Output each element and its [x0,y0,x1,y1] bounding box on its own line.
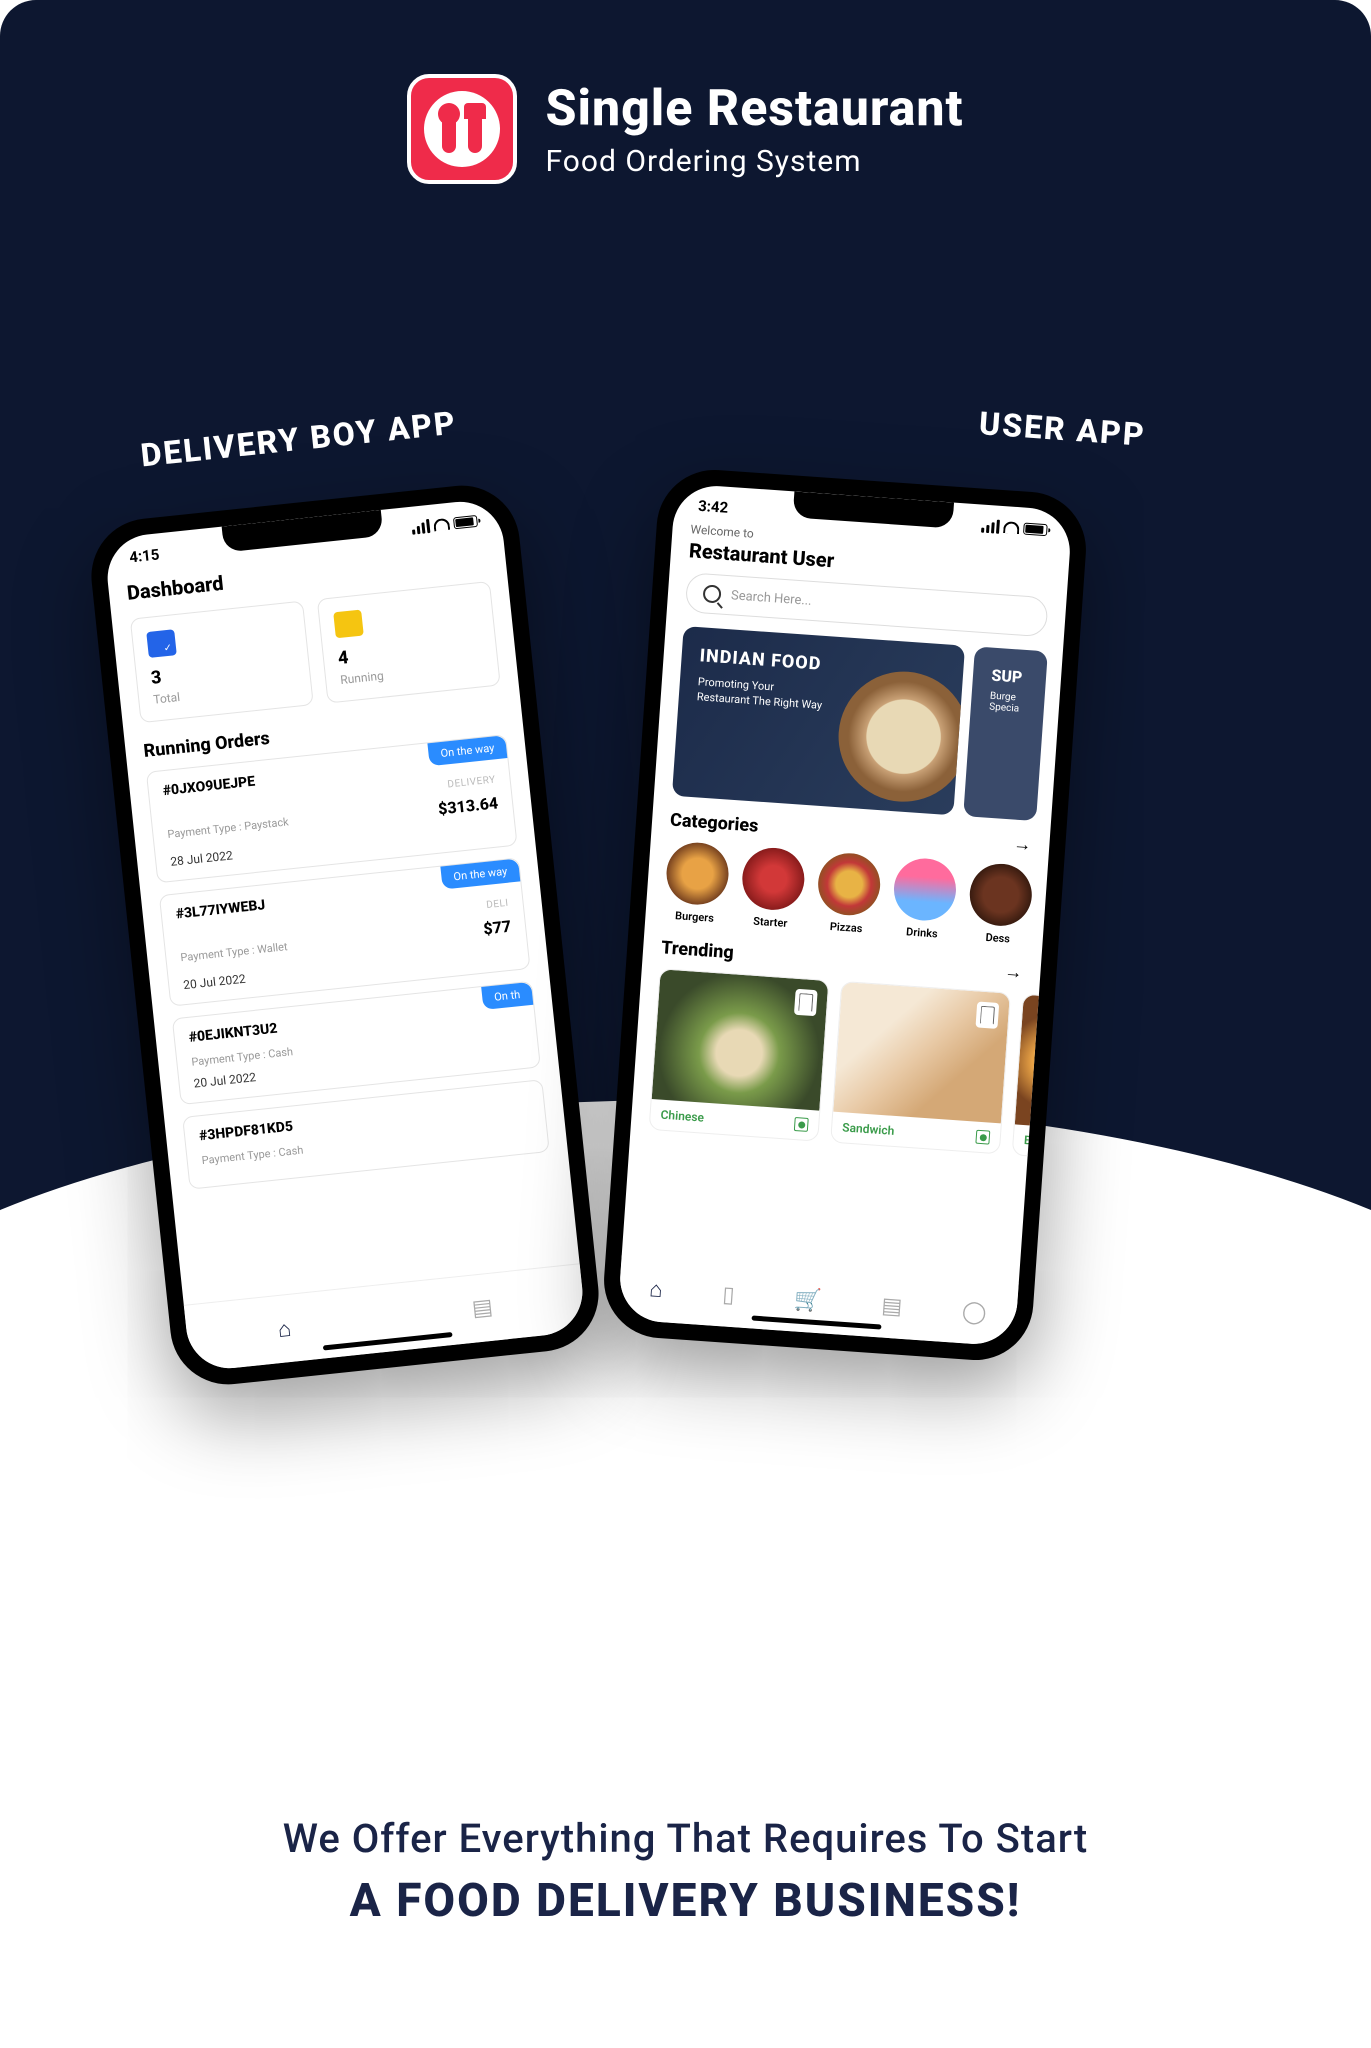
payment-type: Payment Type : Paystack [167,815,290,847]
trending-name: Sandwich [842,1120,895,1138]
payment-type: Payment Type : Cash [191,1045,294,1069]
payment-type: Payment Type : Wallet [180,940,289,970]
delivery-phone-mockup: 4:15 Dashboard 3 Total 4 Running [86,480,605,1390]
status-badge: On the way [440,859,520,890]
food-image [652,969,829,1110]
banner-subtitle: Promoting Your Restaurant The Right Way [696,674,828,714]
orders-icon[interactable]: ▤ [471,1295,494,1322]
category-item[interactable]: Burgers [663,841,730,926]
trending-card[interactable]: Sandwich [830,981,1011,1154]
promo-banner[interactable]: INDIAN FOOD Promoting Your Restaurant Th… [672,626,966,815]
product-title: Single Restaurant [545,80,963,138]
veg-indicator-icon [976,1130,991,1145]
wifi-icon [1003,521,1020,534]
category-image [816,851,882,917]
trending-title: Trending [661,937,735,963]
status-badge: On the way [427,735,507,766]
order-price: $77 [482,917,512,939]
status-time: 4:15 [128,545,160,566]
box-icon [333,610,364,639]
order-price: $313.64 [437,793,499,818]
banner-subtitle: Burge Specia [989,691,1027,715]
category-name: Pizzas [815,919,878,936]
order-type: DELIVERY [447,774,496,790]
bookmark-icon[interactable] [794,989,818,1016]
order-type: DELI [486,898,509,911]
box-check-icon [146,629,177,658]
wifi-icon [433,518,450,532]
category-image [892,856,958,922]
home-icon[interactable]: ⌂ [276,1315,292,1342]
category-name: Drinks [891,924,954,941]
user-phone-mockup: 3:42 Welcome to Restaurant User Search H… [600,466,1090,1364]
cart-icon[interactable]: 🛒 [793,1287,822,1314]
food-image [833,982,1010,1123]
footer-tagline: We Offer Everything That Requires To Sta… [0,1815,1371,1928]
category-item[interactable]: Dess [966,862,1033,947]
category-name: Dess [966,930,1029,947]
arrow-right-icon[interactable]: → [1004,961,1023,983]
battery-icon [1023,523,1048,537]
stat-running-card[interactable]: 4 Running [317,581,501,704]
bookmark-nav-icon[interactable]: ▯ [722,1282,736,1308]
footer-line2: A FOOD DELIVERY BUSINESS! [60,1874,1311,1928]
stat-total-card[interactable]: 3 Total [130,601,314,724]
home-icon[interactable]: ⌂ [648,1276,663,1303]
food-image [835,667,966,806]
bookmark-icon[interactable] [976,1001,1000,1028]
categories-title: Categories [669,810,759,837]
profile-icon[interactable]: ◯ [961,1299,987,1326]
category-image [740,846,806,912]
category-item[interactable]: Pizzas [815,851,882,936]
bottom-nav: ⌂ ▯ 🛒 ▤ ◯ [617,1255,1018,1347]
orders-icon[interactable]: ▤ [881,1293,903,1319]
category-image [968,862,1034,928]
banner-title: SUP [991,666,1029,687]
trending-name: Chinese [660,1108,704,1125]
veg-indicator-icon [794,1117,809,1132]
category-name: Burgers [663,908,726,925]
footer-line1: We Offer Everything That Requires To Sta… [60,1815,1311,1862]
category-item[interactable]: Drinks [891,856,958,941]
search-placeholder: Search Here... [731,588,813,609]
status-indicators [981,519,1048,538]
category-image [664,841,730,907]
status-indicators [411,514,478,535]
order-card[interactable]: On the way #3L77IYWEBJ DELI Payment Type… [159,857,531,1006]
order-card[interactable]: On the way #0JXO9UEJPE DELIVERY Payment … [146,734,518,883]
header-logo-row: Single Restaurant Food Ordering System [0,74,1371,184]
status-time: 3:42 [698,497,729,517]
app-logo [407,74,517,184]
payment-type: Payment Type : Cash [201,1144,304,1168]
category-item[interactable]: Starter [739,846,806,931]
product-subtitle: Food Ordering System [545,144,963,179]
category-name: Starter [739,914,802,931]
arrow-right-icon[interactable]: → [1013,834,1032,856]
status-badge: On th [481,982,533,1010]
battery-icon [453,515,478,529]
search-icon [702,584,721,603]
promo-banner[interactable]: SUP Burge Specia [964,646,1048,821]
trending-card[interactable]: Chinese [649,968,830,1141]
